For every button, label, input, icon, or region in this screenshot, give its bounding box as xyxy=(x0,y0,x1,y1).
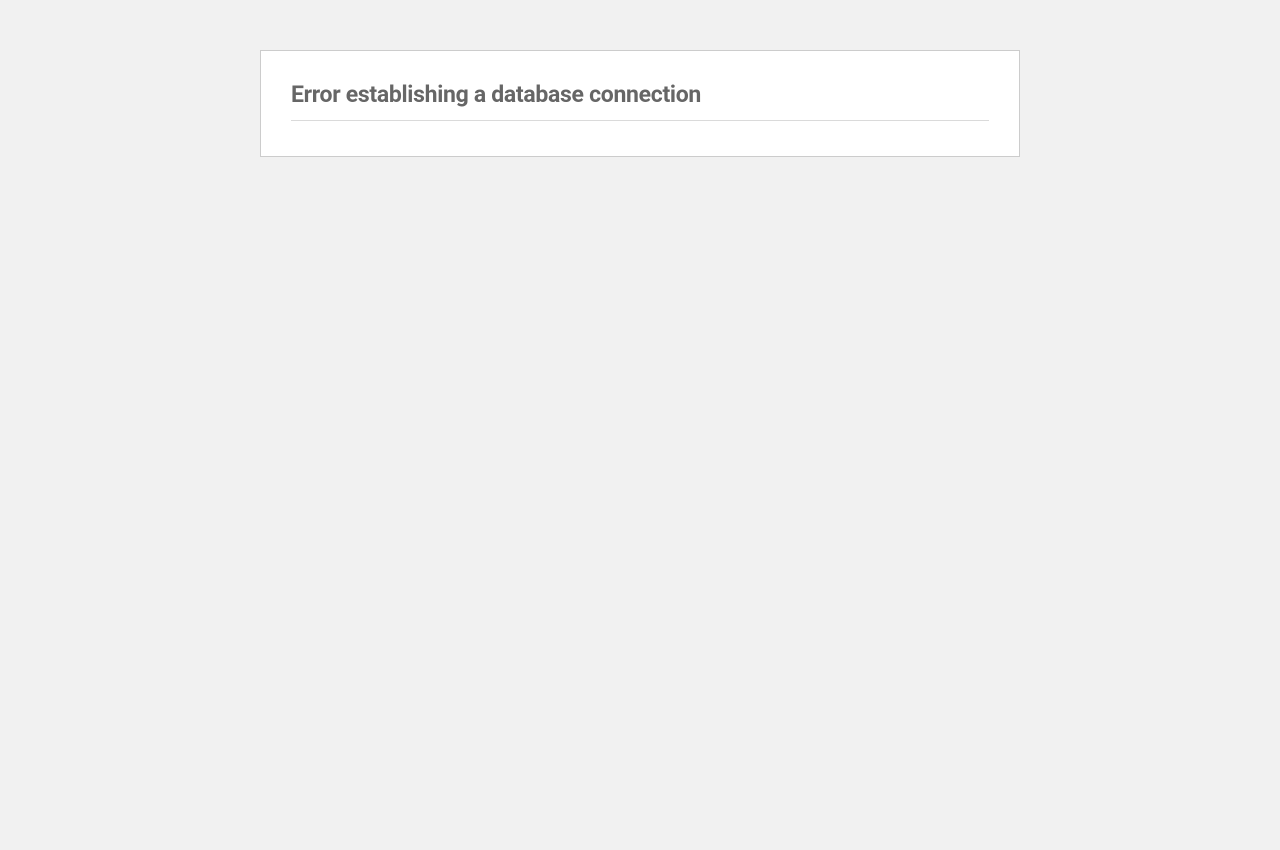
error-title: Error establishing a database connection xyxy=(291,81,989,121)
error-container: Error establishing a database connection xyxy=(260,50,1020,157)
